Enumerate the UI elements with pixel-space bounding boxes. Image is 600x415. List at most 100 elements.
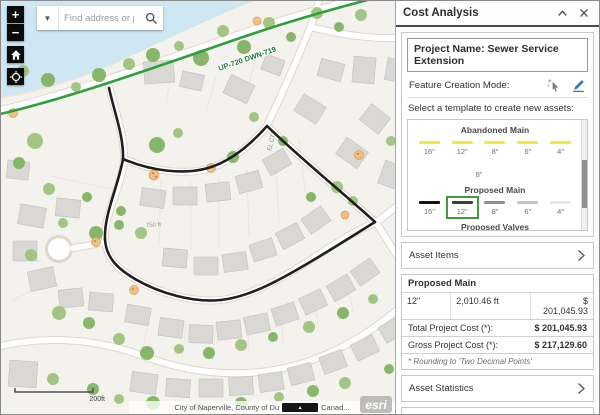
zoom-in-button[interactable]: + [7,6,24,23]
chevron-right-icon [577,249,586,262]
gross-cost-label: Gross Project Cost (*): [408,340,498,350]
template-label: 8" [492,147,499,156]
attribution-text-right: Canad... [321,403,349,412]
locate-button[interactable] [7,68,24,85]
total-cost-value: $ 201,045.93 [534,323,587,333]
total-cost-label: Total Project Cost (*): [408,323,493,333]
project-name: Project Name: Sewer Service Extension [407,38,588,72]
total-cost-row: Total Project Cost (*): $ 201,045.93 [402,320,593,337]
template-swatch [550,141,571,144]
template-swatch [419,201,440,204]
magnifier-icon [145,12,158,25]
template-swatch [517,201,538,204]
asset-statistics-label: Asset Statistics [409,383,577,394]
template-label: 6" [524,207,531,216]
template-swatch [484,141,505,144]
template-swatch [550,201,571,204]
template-label: 12" [457,207,468,216]
template-label: 8" [476,170,483,179]
chevron-down-icon: ▼ [44,14,52,23]
template-item-abandoned-main-12in[interactable]: 12" [446,136,479,159]
caret-up-icon: ▲ [298,405,303,411]
template-item-abandoned-main-6in[interactable]: 6" [511,136,544,159]
template-item-proposed-main-12in[interactable]: 12" [446,196,479,219]
template-item-proposed-main-6in[interactable]: 6" [511,196,544,219]
feature-creation-mode-row: Feature Creation Mode: [407,77,588,98]
template-scrollbar[interactable] [581,120,587,230]
asset-length: 2,010.46 ft [450,293,531,319]
table-row: 12" 2,010.46 ft $ 201,045.93 [402,293,593,320]
cost-analysis-panel: Cost Analysis Project Name: Sewer Servic… [395,1,599,414]
pencil-icon [571,78,586,93]
template-label: 8" [492,207,499,216]
feature-mode-label: Feature Creation Mode: [409,80,538,91]
template-swatch [452,141,473,144]
plus-icon: + [12,7,20,22]
panel-title: Cost Analysis [403,7,548,19]
template-swatch [419,141,440,144]
template-swatch [484,201,505,204]
scrollbar-thumb[interactable] [582,160,587,208]
template-item-proposed-main-8in[interactable]: 8" [479,196,512,219]
attribution-toggle[interactable]: ▲ [282,403,318,412]
template-swatch [517,141,538,144]
select-mode-button[interactable] [547,78,562,93]
search-source-dropdown[interactable]: ▼ [37,6,59,30]
close-icon [579,8,589,18]
map-canvas[interactable]: UP-720 DWN-719 EL CT 750 ft 200ft + − [1,1,395,414]
culdesac [48,238,70,260]
esri-logo: esri [360,396,392,413]
close-button[interactable] [576,5,592,21]
template-group-title-proposed-main: Proposed Main [411,185,579,195]
template-item-abandoned-main-16in[interactable]: 16" [413,136,446,159]
template-row: 8" [407,159,563,182]
attribution-bar: City of Naperville, County of Du ▲ Canad… [129,401,395,414]
gross-cost-value: $ 217,129.60 [534,340,587,350]
template-item-proposed-main-4in[interactable]: 4" [544,196,577,219]
locate-icon [9,70,23,84]
chevron-up-icon [557,8,568,19]
project-section: Project Name: Sewer Service Extension Fe… [401,32,594,237]
minus-icon: − [12,25,20,40]
results-header: Proposed Main [402,275,593,293]
template-row: 16" 12" 8" 6" 4" [411,196,579,219]
home-icon [9,48,23,62]
template-group-title-proposed-valves: Proposed Valves [411,222,579,231]
template-label: 6" [524,147,531,156]
project-summary-section[interactable]: Project Summary [401,407,594,414]
template-swatch [469,164,490,167]
template-swatch [452,201,473,204]
distance-label: 750 ft [146,222,162,229]
scale-label: 200ft [89,396,105,403]
asset-items-label: Asset Items [409,250,577,261]
template-label: 16" [424,147,435,156]
asset-statistics-section[interactable]: Asset Statistics [401,375,594,402]
template-prompt: Select a template to create new assets: [407,103,588,114]
search-input[interactable] [59,6,139,30]
draw-mode-button[interactable] [571,78,586,93]
template-group-title-abandoned-main: Abandoned Main [411,125,579,135]
esri-logo-text: esri [365,398,386,412]
chevron-right-icon [577,382,586,395]
template-label: 12" [457,147,468,156]
template-item-proposed-main-16in[interactable]: 16" [413,196,446,219]
panel-body: Project Name: Sewer Service Extension Fe… [396,27,599,414]
results-table: Proposed Main 12" 2,010.46 ft $ 201,045.… [401,274,594,370]
search-bar: ▼ [37,6,163,30]
search-button[interactable] [139,6,163,30]
asset-items-section[interactable]: Asset Items [401,242,594,269]
template-item-abandoned-main-4in[interactable]: 4" [544,136,577,159]
template-label: 4" [557,207,564,216]
zoom-out-button[interactable]: − [7,24,24,41]
home-button[interactable] [7,46,24,63]
template-picker: Abandoned Main 16" 12" 8" 6" 4" 8" Proposed Mai… [407,119,588,231]
asset-size: 12" [402,293,450,319]
template-label: 4" [557,147,564,156]
template-list: Abandoned Main 16" 12" 8" 6" 4" 8" Proposed Mai… [411,125,579,231]
magic-cursor-icon [547,78,562,93]
collapse-button[interactable] [554,5,570,21]
template-item-abandoned-main-8in[interactable]: 8" [462,159,496,182]
template-item-abandoned-main-8in[interactable]: 8" [479,136,512,159]
asset-cost: $ 201,045.93 [531,293,593,319]
basemap: UP-720 DWN-719 EL CT 750 ft 200ft [1,1,395,414]
